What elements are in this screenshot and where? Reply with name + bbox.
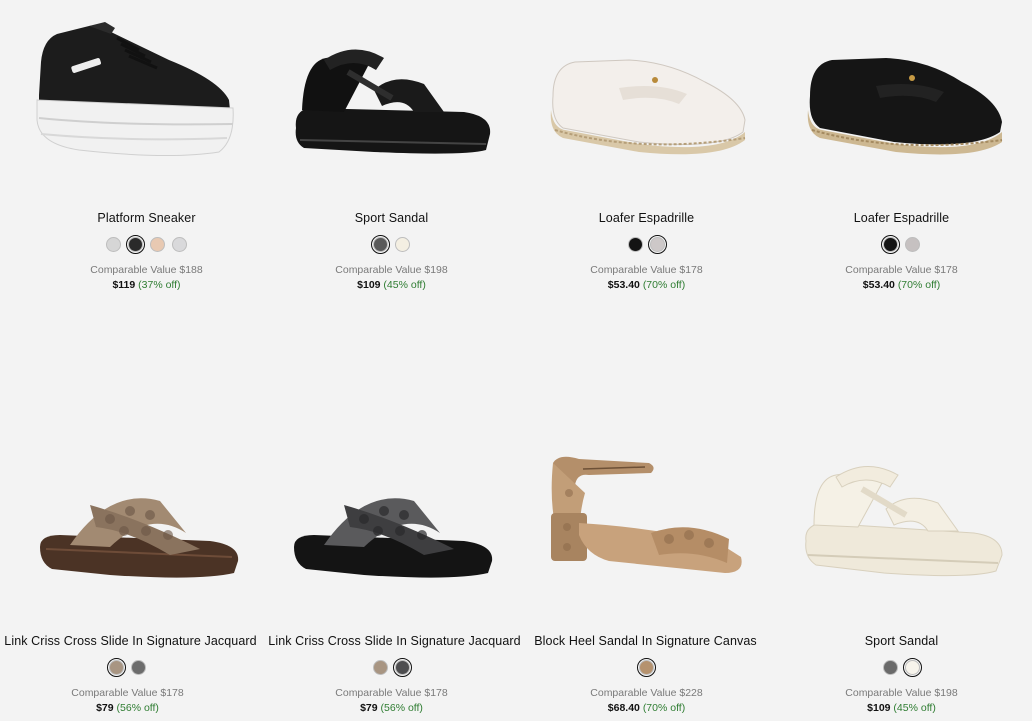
color-swatches bbox=[0, 657, 255, 678]
product-image-loafer-espadrille[interactable] bbox=[519, 0, 774, 200]
discount-badge: (37% off) bbox=[138, 279, 181, 291]
sale-price: $53.40 bbox=[862, 279, 895, 291]
color-swatches bbox=[774, 657, 1029, 678]
color-swatches bbox=[264, 657, 519, 678]
product-image-platform-sneaker[interactable] bbox=[19, 0, 274, 200]
product-image-criss-cross-slide[interactable] bbox=[0, 423, 255, 623]
product-name[interactable]: Block Heel Sandal In Signature Canvas bbox=[518, 634, 773, 648]
color-swatch-3[interactable] bbox=[172, 237, 187, 252]
price-line: $79 (56% off) bbox=[264, 702, 519, 714]
color-swatch-1[interactable] bbox=[905, 237, 920, 252]
color-swatches bbox=[519, 657, 774, 678]
product-image-sport-sandal[interactable] bbox=[774, 423, 1029, 623]
sale-price: $119 bbox=[112, 279, 136, 291]
price-line: $53.40 (70% off) bbox=[519, 279, 774, 291]
color-swatch-0[interactable] bbox=[880, 234, 901, 255]
color-swatch-0[interactable] bbox=[373, 660, 388, 675]
product-name[interactable]: Link Criss Cross Slide In Signature Jacq… bbox=[267, 634, 522, 648]
comparable-value: Comparable Value $178 bbox=[335, 687, 448, 699]
color-swatches bbox=[264, 234, 519, 255]
price-line: $79 (56% off) bbox=[0, 702, 255, 714]
discount-badge: (70% off) bbox=[642, 702, 686, 714]
product-image-loafer-espadrille[interactable] bbox=[774, 0, 1029, 200]
color-swatch-1[interactable] bbox=[647, 234, 668, 255]
price-line: $109 (45% off) bbox=[264, 279, 519, 291]
price-line: $53.40 (70% off) bbox=[774, 279, 1029, 291]
color-swatch-1[interactable] bbox=[395, 237, 410, 252]
product-name[interactable]: Loafer Espadrille bbox=[774, 211, 1029, 225]
product-name[interactable]: Sport Sandal bbox=[264, 211, 519, 225]
color-swatch-2[interactable] bbox=[150, 237, 165, 252]
sale-price: $109 bbox=[357, 279, 381, 291]
discount-badge: (56% off) bbox=[380, 702, 423, 714]
price-line: $68.40 (70% off) bbox=[519, 702, 774, 714]
color-swatch-0[interactable] bbox=[106, 657, 127, 678]
color-swatches bbox=[19, 234, 274, 255]
sale-price: $79 bbox=[360, 702, 378, 714]
product-image-sport-sandal[interactable] bbox=[264, 0, 519, 200]
price-line: $109 (45% off) bbox=[774, 702, 1029, 714]
color-swatch-1[interactable] bbox=[131, 660, 146, 675]
discount-badge: (70% off) bbox=[897, 279, 941, 291]
product-name[interactable]: Platform Sneaker bbox=[19, 211, 274, 225]
product-image-block-heel-sandal[interactable] bbox=[519, 423, 774, 623]
comparable-value: Comparable Value $228 bbox=[590, 687, 703, 699]
comparable-value: Comparable Value $178 bbox=[590, 264, 703, 276]
sale-price: $79 bbox=[96, 702, 114, 714]
comparable-value: Comparable Value $188 bbox=[90, 264, 203, 276]
color-swatch-0[interactable] bbox=[106, 237, 121, 252]
color-swatches bbox=[774, 234, 1029, 255]
comparable-value: Comparable Value $198 bbox=[845, 687, 958, 699]
comparable-value: Comparable Value $178 bbox=[71, 687, 184, 699]
color-swatch-0[interactable] bbox=[370, 234, 391, 255]
color-swatch-0[interactable] bbox=[883, 660, 898, 675]
color-swatch-1[interactable] bbox=[902, 657, 923, 678]
product-name[interactable]: Loafer Espadrille bbox=[519, 211, 774, 225]
discount-badge: (70% off) bbox=[642, 279, 686, 291]
color-swatch-0[interactable] bbox=[636, 657, 657, 678]
sale-price: $53.40 bbox=[607, 279, 640, 291]
color-swatch-0[interactable] bbox=[628, 237, 643, 252]
color-swatches bbox=[519, 234, 774, 255]
discount-badge: (45% off) bbox=[893, 702, 936, 714]
product-name[interactable]: Link Criss Cross Slide In Signature Jacq… bbox=[3, 634, 258, 648]
discount-badge: (56% off) bbox=[116, 702, 159, 714]
color-swatch-1[interactable] bbox=[392, 657, 413, 678]
comparable-value: Comparable Value $198 bbox=[335, 264, 448, 276]
product-grid: Platform Sneaker Comparable Value $188 $… bbox=[0, 0, 1032, 721]
product-image-criss-cross-slide[interactable] bbox=[264, 423, 519, 623]
color-swatch-1[interactable] bbox=[125, 234, 146, 255]
comparable-value: Comparable Value $178 bbox=[845, 264, 958, 276]
discount-badge: (45% off) bbox=[383, 279, 426, 291]
sale-price: $109 bbox=[867, 702, 891, 714]
product-name[interactable]: Sport Sandal bbox=[774, 634, 1029, 648]
sale-price: $68.40 bbox=[607, 702, 640, 714]
price-line: $119 (37% off) bbox=[19, 279, 274, 291]
